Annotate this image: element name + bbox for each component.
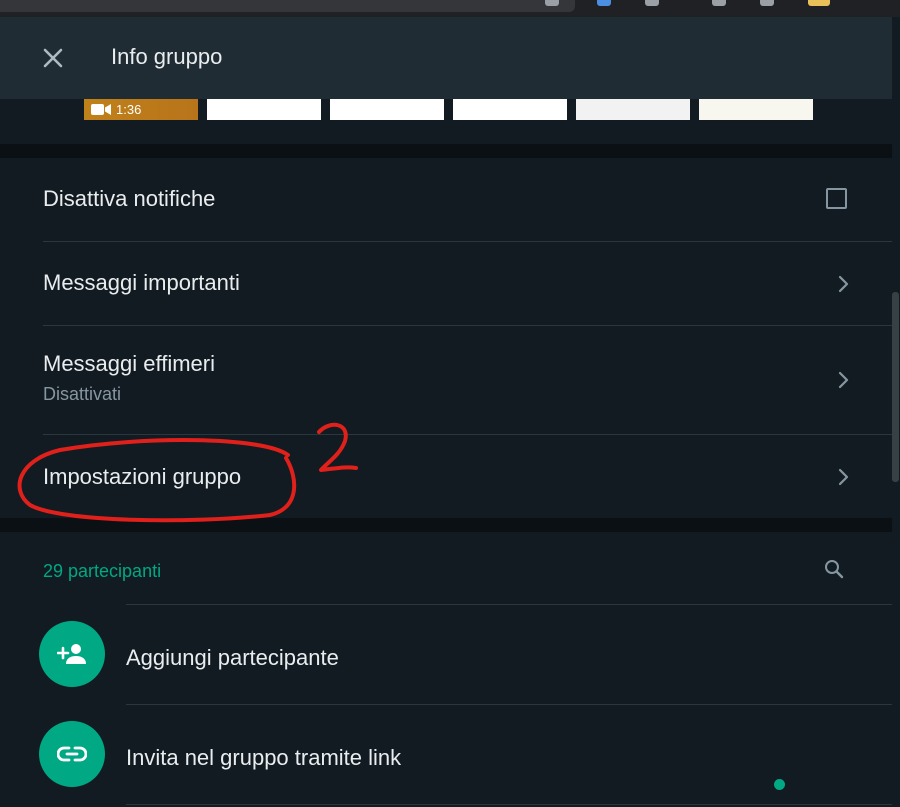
chevron-right-icon: [838, 468, 849, 486]
row-divider: [126, 804, 892, 805]
extension-icon[interactable]: [712, 0, 726, 6]
page-title: Info gruppo: [111, 44, 223, 69]
invite-link-avatar: [39, 721, 105, 787]
add-participant-avatar: [39, 621, 105, 687]
ephemeral-messages-label: Messaggi effimeri: [43, 351, 215, 376]
close-button[interactable]: [36, 41, 70, 75]
bookmark-star-icon[interactable]: [545, 0, 559, 6]
invite-link-label: Invita nel gruppo tramite link: [126, 745, 402, 770]
mute-notifications-label: Disattiva notifiche: [43, 186, 216, 211]
media-thumbnail[interactable]: [576, 99, 690, 120]
extension-icon[interactable]: [597, 0, 611, 6]
mute-notifications-row[interactable]: Disattiva notifiche: [0, 158, 892, 242]
starred-messages-label: Messaggi importanti: [43, 270, 240, 295]
scrollbar-thumb[interactable]: [892, 292, 899, 482]
profile-avatar-icon[interactable]: [808, 0, 830, 6]
add-participant-label: Aggiungi partecipante: [126, 645, 339, 670]
ephemeral-messages-row[interactable]: Messaggi effimeri Disattivati: [0, 326, 892, 435]
link-icon: [57, 746, 87, 762]
add-participant-button[interactable]: Aggiungi partecipante: [0, 605, 892, 705]
chevron-right-icon: [838, 371, 849, 389]
search-icon[interactable]: [822, 557, 846, 581]
media-thumbnail[interactable]: [453, 99, 567, 120]
media-gallery: 1:36: [0, 99, 892, 144]
participants-header: 29 partecipanti: [0, 532, 892, 605]
video-duration: 1:36: [116, 102, 142, 117]
video-camera-icon: [91, 104, 111, 115]
online-status-dot: [774, 779, 785, 790]
extension-icon[interactable]: [645, 0, 659, 6]
media-thumbnail[interactable]: [207, 99, 321, 120]
starred-messages-row[interactable]: Messaggi importanti: [0, 242, 892, 326]
extension-icon[interactable]: [760, 0, 774, 6]
group-settings-row[interactable]: Impostazioni gruppo: [0, 435, 892, 518]
browser-toolbar-strip: [0, 0, 900, 17]
media-thumbnail[interactable]: [699, 99, 813, 120]
participants-count: 29 partecipanti: [43, 561, 162, 581]
mute-notifications-checkbox[interactable]: [826, 188, 847, 209]
address-bar[interactable]: [0, 0, 575, 12]
group-settings-label: Impostazioni gruppo: [43, 464, 242, 489]
section-divider: [0, 144, 892, 158]
close-icon: [43, 48, 63, 68]
section-divider: [0, 518, 892, 532]
media-thumbnail[interactable]: [330, 99, 444, 120]
chevron-right-icon: [838, 275, 849, 293]
media-thumbnail-video[interactable]: 1:36: [84, 99, 198, 120]
panel-header: Info gruppo: [0, 17, 900, 99]
ephemeral-messages-status: Disattivati: [43, 384, 122, 404]
invite-link-button[interactable]: Invita nel gruppo tramite link: [0, 705, 892, 805]
add-person-icon: [57, 644, 86, 664]
